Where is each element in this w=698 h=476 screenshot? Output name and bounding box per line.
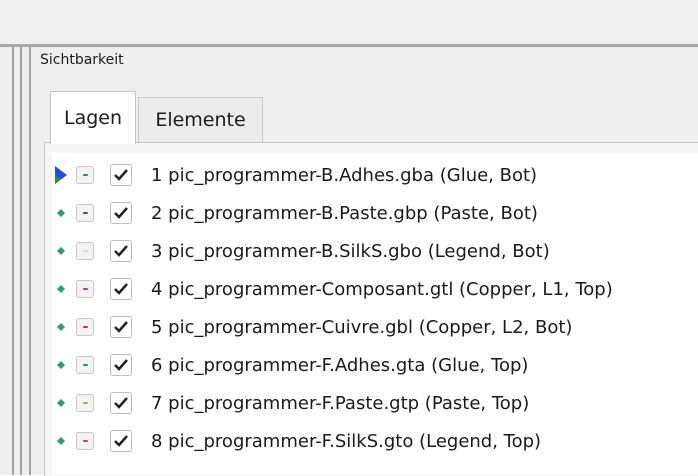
layer-row[interactable]: 6 pic_programmer-F.Adhes.gta (Glue, Top) xyxy=(52,347,698,383)
layer-marker-icon xyxy=(55,397,67,409)
rail-divider xyxy=(12,47,14,475)
layer-row[interactable]: 5 pic_programmer-Cuivre.gbl (Copper, L2,… xyxy=(52,309,698,345)
layer-row[interactable]: 2 pic_programmer-B.Paste.gbp (Paste, Bot… xyxy=(52,195,698,231)
color-dot-1 xyxy=(83,174,88,176)
layer-label: 8 pic_programmer-F.SilkS.gto (Legend, To… xyxy=(151,430,542,452)
rail-divider xyxy=(20,47,22,475)
tab-layers[interactable]: Lagen xyxy=(50,91,136,144)
layer-row[interactable]: 3 pic_programmer-B.SilkS.gbo (Legend, Bo… xyxy=(52,233,698,269)
visibility-checkbox[interactable] xyxy=(110,164,132,186)
layer-label: 5 pic_programmer-Cuivre.gbl (Copper, L2,… xyxy=(151,316,573,338)
layer-color-swatch[interactable] xyxy=(76,432,94,450)
toolbar-area xyxy=(0,0,698,44)
layer-label: 4 pic_programmer-Composant.gtl (Copper, … xyxy=(151,278,613,300)
active-layer-arrow-icon xyxy=(55,166,67,184)
layer-row[interactable]: 7 pic_programmer-F.Paste.gtp (Paste, Top… xyxy=(52,385,698,421)
layer-label: 3 pic_programmer-B.SilkS.gbo (Legend, Bo… xyxy=(151,240,550,262)
layer-marker-icon xyxy=(55,207,67,219)
layer-label: 7 pic_programmer-F.Paste.gtp (Paste, Top… xyxy=(151,392,530,414)
visibility-checkbox[interactable] xyxy=(110,240,132,262)
layer-marker-icon xyxy=(55,359,67,371)
color-dot-4 xyxy=(83,288,88,290)
layer-color-swatch[interactable] xyxy=(76,356,94,374)
layer-color-swatch[interactable] xyxy=(76,204,94,222)
layer-label: 2 pic_programmer-B.Paste.gbp (Paste, Bot… xyxy=(151,202,538,224)
layer-row[interactable]: 4 pic_programmer-Composant.gtl (Copper, … xyxy=(52,271,698,307)
tab-elements[interactable]: Elemente xyxy=(138,97,263,142)
color-dot-7 xyxy=(83,402,88,404)
layer-marker-icon xyxy=(55,283,67,295)
layer-color-swatch[interactable] xyxy=(76,280,94,298)
color-dot-3 xyxy=(83,250,88,252)
color-dot-8 xyxy=(83,440,88,442)
panel-title: Sichtbarkeit xyxy=(40,52,124,68)
layer-marker-icon xyxy=(55,245,67,257)
color-dot-2 xyxy=(83,212,88,214)
visibility-checkbox[interactable] xyxy=(110,202,132,224)
color-dot-6 xyxy=(83,364,88,366)
visibility-checkbox[interactable] xyxy=(110,354,132,376)
visibility-checkbox[interactable] xyxy=(110,430,132,452)
visibility-checkbox[interactable] xyxy=(110,316,132,338)
layer-color-swatch[interactable] xyxy=(76,318,94,336)
layer-color-swatch[interactable] xyxy=(76,394,94,412)
layer-row[interactable]: 8 pic_programmer-F.SilkS.gto (Legend, To… xyxy=(52,423,698,459)
visibility-checkbox[interactable] xyxy=(110,392,132,414)
layer-marker-icon xyxy=(55,321,67,333)
rail-divider xyxy=(29,47,31,475)
layer-color-swatch[interactable] xyxy=(76,166,94,184)
layer-label: 6 pic_programmer-F.Adhes.gta (Glue, Top) xyxy=(151,354,529,376)
color-dot-5 xyxy=(83,326,88,328)
layer-color-swatch[interactable] xyxy=(76,242,94,260)
layer-marker-icon xyxy=(55,435,67,447)
layer-label: 1 pic_programmer-B.Adhes.gba (Glue, Bot) xyxy=(151,164,538,186)
layer-list: 1 pic_programmer-B.Adhes.gba (Glue, Bot)… xyxy=(52,153,698,475)
layer-row[interactable]: 1 pic_programmer-B.Adhes.gba (Glue, Bot) xyxy=(52,157,698,193)
visibility-checkbox[interactable] xyxy=(110,278,132,300)
